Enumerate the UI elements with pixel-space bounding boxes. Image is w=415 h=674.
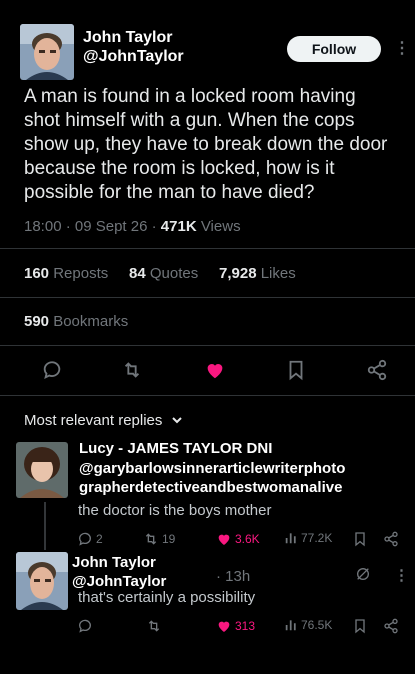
view-count: 77.2K <box>301 531 333 545</box>
reply-button[interactable]: 2 <box>77 531 103 547</box>
share-icon[interactable] <box>365 358 389 382</box>
repost-icon[interactable] <box>120 358 144 382</box>
likes-stat[interactable]: 7,928 Likes <box>219 265 296 282</box>
reply-avatar[interactable] <box>16 442 68 498</box>
views-count: 471K <box>160 218 197 235</box>
thread-line <box>44 502 46 550</box>
author-name[interactable]: John Taylor <box>83 28 173 47</box>
tweet-time: 18:00 <box>24 218 62 235</box>
reply-author-name[interactable]: John Taylor <box>72 553 156 572</box>
bookmark-icon[interactable] <box>353 531 367 547</box>
divider <box>0 297 415 298</box>
follow-button[interactable]: Follow <box>287 36 381 62</box>
bookmark-icon[interactable] <box>353 618 367 634</box>
reply-icon[interactable] <box>40 358 64 382</box>
reply-text: that's certainly a possibility <box>78 589 256 606</box>
replies-sort-dropdown[interactable]: Most relevant replies <box>24 412 183 429</box>
like-count: 313 <box>235 619 256 633</box>
tweet-meta: 18:00 · 09 Sept 26 · 471K Views <box>24 218 241 235</box>
share-icon[interactable] <box>383 531 399 547</box>
reply-author-handle-cont[interactable]: grapherdetectiveandbestwomanalive <box>79 478 342 497</box>
more-options-icon[interactable]: ⋮ <box>394 566 409 584</box>
reply-author-handle[interactable]: @garybarlowsinnerarticlewriterphoto <box>79 459 345 478</box>
bookmarks-stat[interactable]: 590 Bookmarks <box>24 313 128 330</box>
views-button[interactable]: 76.5K <box>284 618 332 632</box>
quotes-stat[interactable]: 84 Quotes <box>129 265 198 282</box>
repost-count: 19 <box>162 532 176 546</box>
reply-text: the doctor is the boys mother <box>78 502 272 519</box>
view-count: 76.5K <box>301 618 333 632</box>
divider <box>0 248 415 249</box>
divider <box>0 345 415 346</box>
repost-button[interactable] <box>146 618 162 634</box>
like-heart-icon[interactable] <box>203 358 227 382</box>
views-button[interactable]: 77.2K <box>284 531 332 545</box>
reply-author-name[interactable]: Lucy - JAMES TAYLOR DNI <box>79 439 272 458</box>
author-handle[interactable]: @JohnTaylor <box>83 47 184 66</box>
like-button[interactable]: 3.6K <box>216 531 260 547</box>
divider <box>0 395 415 396</box>
like-button[interactable]: 313 <box>216 618 255 634</box>
repost-button[interactable]: 19 <box>143 531 175 547</box>
tweet-text: A man is found in a locked room having s… <box>24 86 388 203</box>
reply-count: 2 <box>96 532 103 546</box>
share-icon[interactable] <box>383 618 399 634</box>
tweet-date: 09 Sept 26 <box>74 218 148 235</box>
reply-avatar[interactable] <box>16 552 68 610</box>
views-label: Views <box>200 218 241 235</box>
reply-time: · 13h <box>216 568 251 585</box>
bookmark-icon[interactable] <box>284 358 308 382</box>
reply-button[interactable] <box>77 618 93 634</box>
more-options-icon[interactable]: ⋮ <box>394 38 410 58</box>
mute-icon[interactable] <box>355 566 371 587</box>
chevron-down-icon <box>171 412 183 429</box>
like-count: 3.6K <box>235 532 260 546</box>
author-avatar[interactable] <box>20 24 74 80</box>
reposts-stat[interactable]: 160 Reposts <box>24 265 108 282</box>
